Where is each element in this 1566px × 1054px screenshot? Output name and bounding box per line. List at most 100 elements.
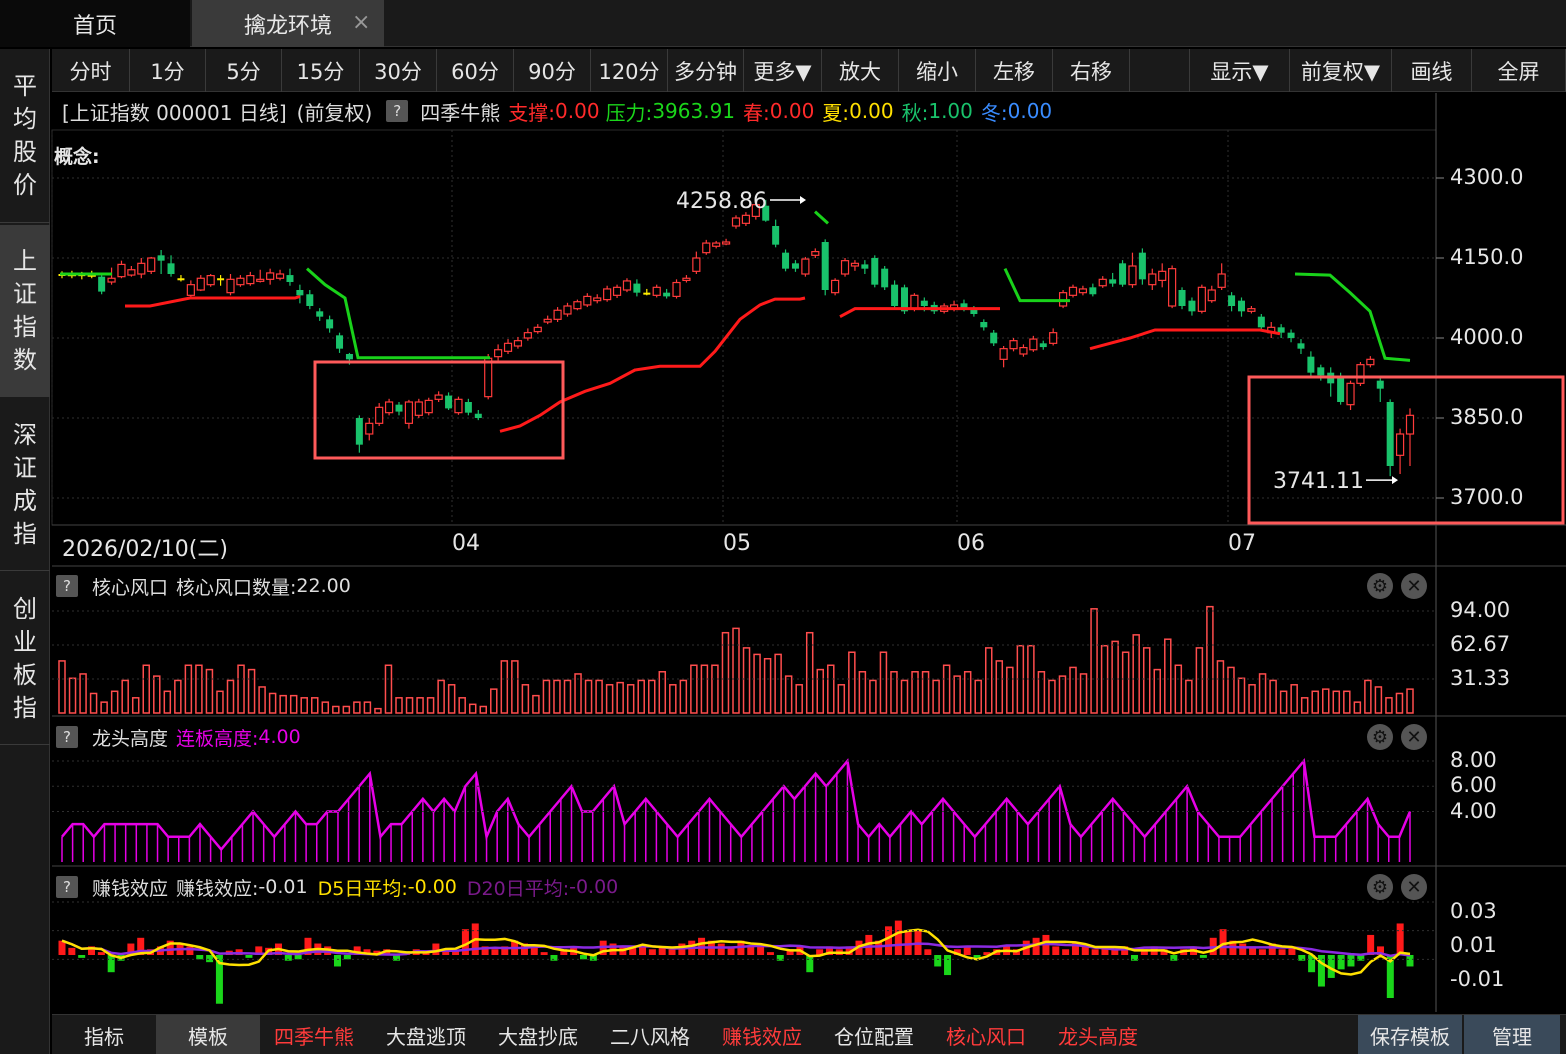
core-wind-bar bbox=[68, 677, 77, 714]
candle-body bbox=[296, 290, 304, 296]
money-effect-bar bbox=[540, 952, 548, 955]
candle-body bbox=[1039, 343, 1047, 348]
money-effect-bar bbox=[806, 955, 814, 973]
core-wind-bar bbox=[374, 707, 382, 714]
core-wind-bar bbox=[985, 647, 993, 714]
pressure-line bbox=[306, 267, 490, 360]
gear-icon[interactable]: ⚙ bbox=[1367, 874, 1393, 900]
money-effect-bar bbox=[284, 955, 292, 961]
template-tab-9[interactable]: 龙头高度 bbox=[1046, 1015, 1150, 1054]
template-tab-3[interactable]: 大盘逃顶 bbox=[374, 1015, 478, 1054]
template-tab-4[interactable]: 大盘抄底 bbox=[486, 1015, 590, 1054]
candle-body bbox=[1078, 288, 1088, 294]
money-effect-bar bbox=[107, 955, 115, 973]
core-wind-bar bbox=[742, 647, 751, 714]
candle-body bbox=[721, 241, 731, 245]
template-tab-5[interactable]: 二八风格 bbox=[598, 1015, 702, 1054]
core-wind-bar bbox=[963, 671, 972, 714]
save-template-button[interactable]: 保存模板 bbox=[1358, 1015, 1462, 1054]
y-tick-label: 4300.0 bbox=[1450, 165, 1524, 189]
template-tab-0[interactable]: 指标 bbox=[52, 1015, 156, 1054]
candle-body bbox=[1158, 270, 1167, 282]
core-wind-bar bbox=[289, 694, 298, 714]
candle-body bbox=[434, 394, 443, 400]
candle-body bbox=[811, 251, 820, 256]
money-effect-bar bbox=[668, 949, 676, 955]
money-effect-bar bbox=[78, 955, 86, 958]
candle-body bbox=[167, 263, 175, 274]
d5-label: D5日平均: bbox=[317, 877, 408, 900]
candle-body bbox=[1188, 300, 1196, 312]
help-icon[interactable]: ? bbox=[56, 876, 78, 898]
candle-body bbox=[1049, 332, 1058, 344]
core-wind-bar bbox=[1185, 679, 1193, 714]
core-wind-bar bbox=[458, 697, 466, 714]
candle-body bbox=[1197, 286, 1206, 312]
candle-body bbox=[1376, 380, 1384, 389]
core-wind-bar bbox=[690, 664, 698, 714]
candle-body bbox=[990, 332, 998, 344]
candle-body bbox=[1257, 316, 1265, 328]
candle-body bbox=[147, 257, 156, 272]
template-tab-7[interactable]: 仓位配置 bbox=[822, 1015, 926, 1054]
core-wind-bar bbox=[1279, 690, 1288, 714]
core-wind-bar bbox=[363, 701, 372, 714]
candle-body bbox=[891, 284, 899, 306]
candle-body bbox=[1089, 287, 1097, 295]
core-wind-bar bbox=[816, 668, 824, 714]
core-wind-bar bbox=[616, 681, 624, 714]
help-icon[interactable]: ? bbox=[56, 575, 78, 597]
candle-body bbox=[186, 284, 195, 296]
candle-body bbox=[236, 277, 245, 286]
core-wind-bar bbox=[574, 673, 582, 714]
template-tab-8[interactable]: 核心风口 bbox=[934, 1015, 1038, 1054]
help-icon[interactable]: ? bbox=[56, 726, 78, 748]
core-wind-bar bbox=[163, 690, 172, 714]
core-wind-bar bbox=[869, 679, 877, 714]
money-effect-bar bbox=[1278, 949, 1286, 955]
core-wind-bar bbox=[490, 688, 498, 714]
y-tick-label: 62.67 bbox=[1450, 631, 1511, 656]
candle-body bbox=[1068, 286, 1078, 296]
core-wind-bar bbox=[110, 690, 119, 714]
candle-body bbox=[256, 278, 265, 282]
money-effect-bar bbox=[334, 955, 342, 967]
x-date-label: 2026/02/10(二) bbox=[62, 537, 228, 562]
template-tab-6[interactable]: 赚钱效应 bbox=[710, 1015, 814, 1054]
core-wind-bar bbox=[858, 671, 867, 714]
candle-body bbox=[206, 275, 215, 286]
candle-body bbox=[137, 262, 146, 275]
core-wind-bar bbox=[658, 671, 667, 714]
core-wind-bar bbox=[1037, 671, 1046, 714]
panel-core-wind-header: ? 核心风口 核心风口数量: 22.00 bbox=[52, 568, 1436, 604]
candle-body bbox=[414, 401, 423, 416]
candle-body bbox=[1098, 278, 1107, 287]
close-icon[interactable]: ✕ bbox=[1401, 573, 1427, 599]
core-wind-bar bbox=[911, 671, 919, 714]
candle-body bbox=[633, 283, 641, 293]
candle-body bbox=[196, 277, 205, 291]
manage-button[interactable]: 管理 bbox=[1464, 1015, 1560, 1054]
d5-average-line bbox=[61, 928, 1411, 976]
gear-icon[interactable]: ⚙ bbox=[1367, 573, 1393, 599]
template-tab-1[interactable]: 模板 bbox=[156, 1015, 260, 1054]
candle-body bbox=[395, 404, 403, 412]
core-wind-bar bbox=[563, 679, 572, 714]
candle-body bbox=[840, 260, 850, 275]
core-wind-bar bbox=[827, 664, 835, 714]
candle-body bbox=[217, 278, 225, 281]
core-wind-bar bbox=[848, 651, 856, 714]
panel-money-effect-header: ? 赚钱效应 赚钱效应: -0.01 D5日平均: -0.00 D20日平均: … bbox=[52, 869, 1436, 905]
core-wind-bar bbox=[1322, 688, 1330, 714]
money-effect-bar bbox=[717, 943, 725, 955]
gear-icon[interactable]: ⚙ bbox=[1367, 724, 1393, 750]
candle-body bbox=[1405, 414, 1415, 435]
core-wind-bar bbox=[637, 679, 645, 714]
money-effect-bar bbox=[550, 955, 558, 961]
close-icon[interactable]: ✕ bbox=[1401, 874, 1427, 900]
core-wind-bar bbox=[1353, 701, 1362, 714]
candle-body bbox=[672, 281, 681, 297]
close-icon[interactable]: ✕ bbox=[1401, 724, 1427, 750]
candle-body bbox=[226, 278, 235, 294]
template-tab-2[interactable]: 四季牛熊 bbox=[262, 1015, 366, 1054]
